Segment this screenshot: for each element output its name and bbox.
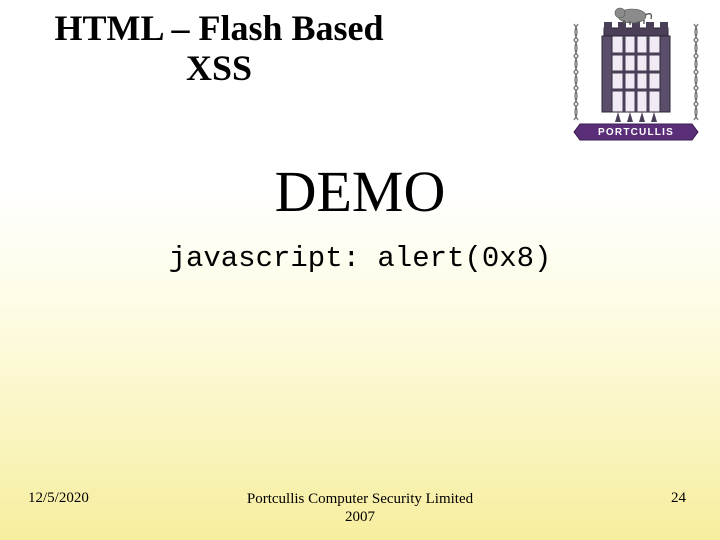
title-line-2: XSS [186,48,252,88]
code-line: javascript: alert(0x8) [0,242,720,275]
logo-brand-text: PORTCULLIS [598,127,674,138]
footer-page-number: 24 [671,490,686,507]
portcullis-logo-svg: PORTCULLIS [568,6,704,142]
slide: HTML – Flash Based XSS [0,0,720,540]
footer-org-line2: 2007 [345,509,375,525]
title-line-1: HTML – Flash Based [54,8,383,48]
footer: 12/5/2020 Portcullis Computer Security L… [0,486,720,530]
slide-title: HTML – Flash Based XSS [14,8,424,89]
demo-heading: DEMO [0,158,720,225]
portcullis-logo: PORTCULLIS [568,6,704,142]
footer-org: Portcullis Computer Security Limited 200… [0,490,720,526]
footer-org-line1: Portcullis Computer Security Limited [247,491,473,507]
